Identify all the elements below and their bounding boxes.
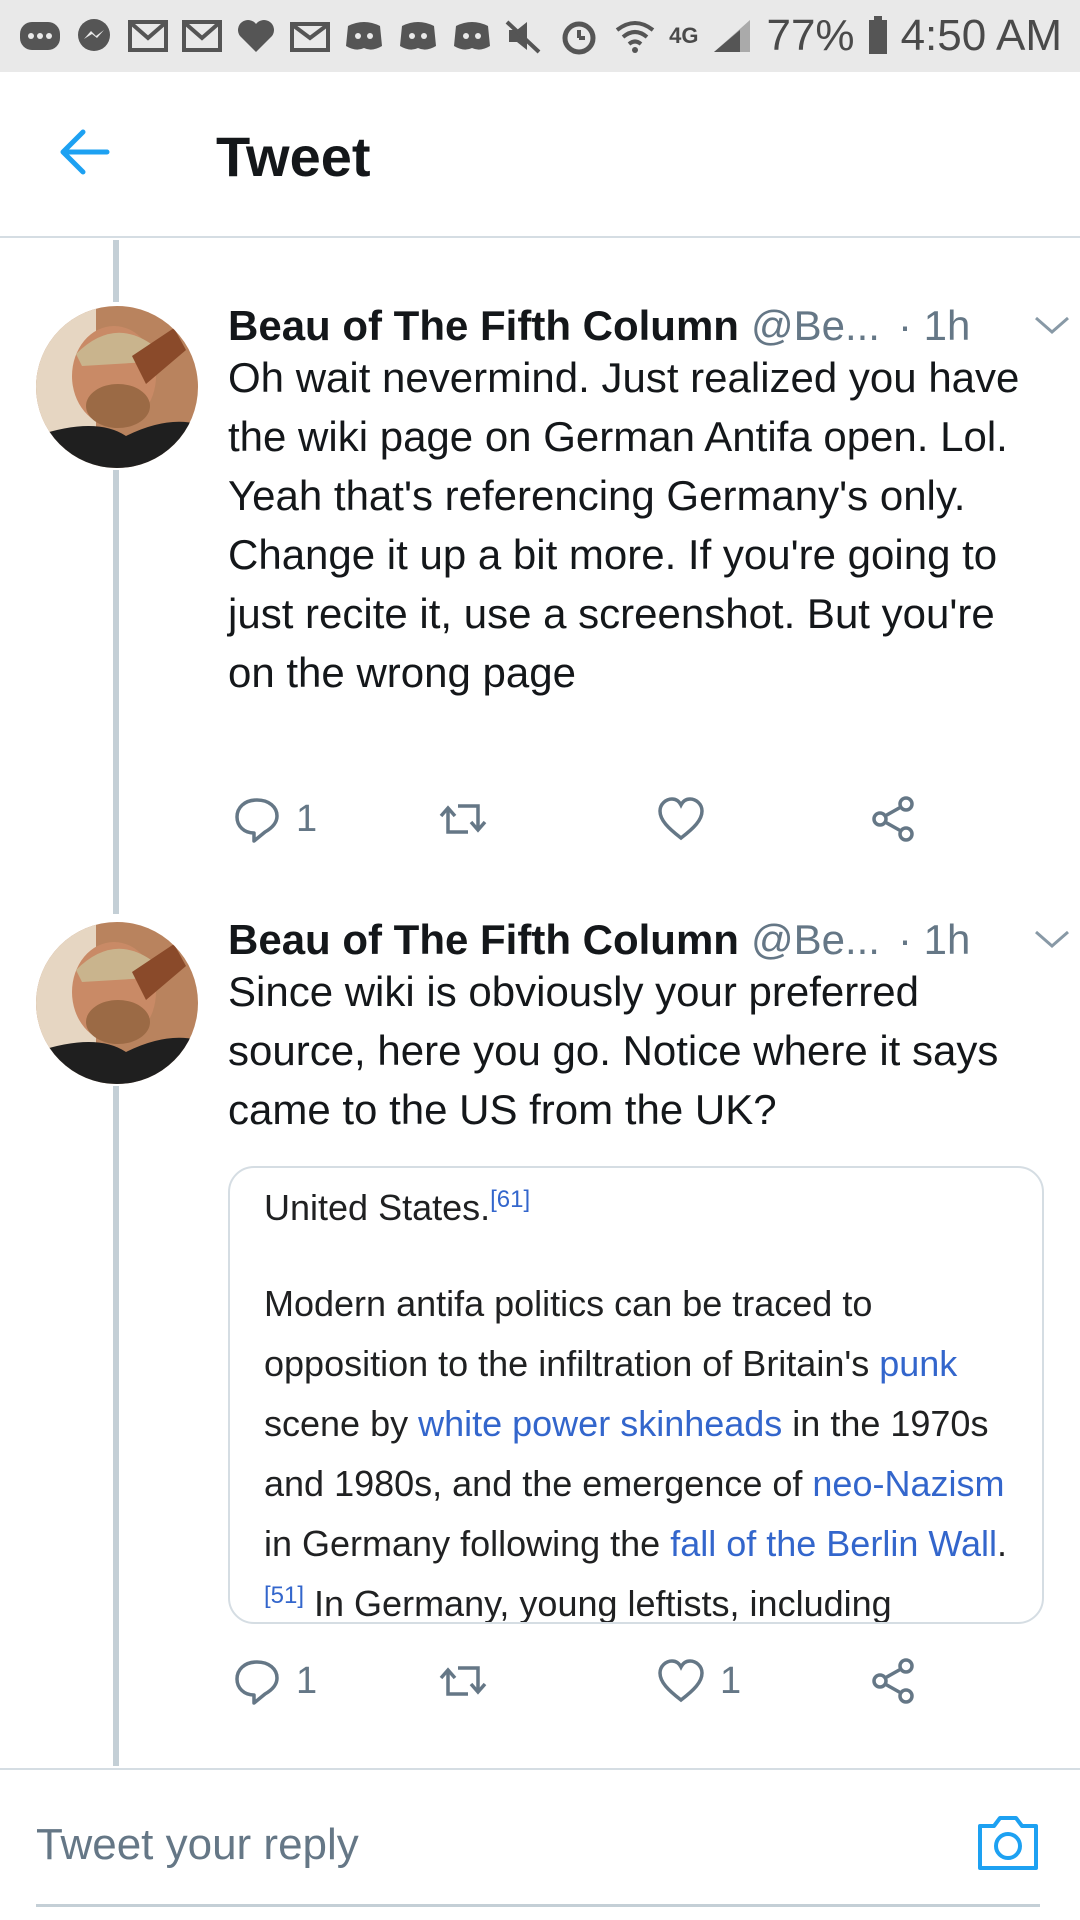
tweet-text: Since wiki is obviously your preferred s… bbox=[228, 968, 999, 1133]
wiki-text: scene by bbox=[264, 1403, 419, 1444]
chevron-down-icon[interactable] bbox=[1032, 924, 1072, 954]
gmail-icon bbox=[182, 20, 222, 52]
wifi-icon bbox=[615, 21, 655, 53]
author-handle[interactable]: @Be... bbox=[751, 302, 880, 350]
gmail-icon bbox=[290, 22, 330, 52]
system-status: 4G 77% 4:50 AM bbox=[501, 11, 1062, 61]
reply-bar: Tweet your reply bbox=[0, 1768, 1080, 1920]
wiki-text: Modern antifa politics can be traced to … bbox=[264, 1283, 880, 1384]
reply-input[interactable]: Tweet your reply bbox=[36, 1820, 359, 1870]
wiki-link: neo-Nazism bbox=[812, 1463, 1005, 1504]
wiki-link: punk bbox=[879, 1343, 958, 1384]
tweet-time: · 1h bbox=[897, 916, 971, 963]
network-type: 4G bbox=[669, 23, 699, 48]
wiki-paragraph: United States.[61] bbox=[264, 1178, 1034, 1238]
tweet-text: Oh wait nevermind. Just realized you hav… bbox=[228, 354, 1020, 696]
reply-count: 1 bbox=[296, 797, 318, 840]
wiki-link: fall of the Berlin Wall bbox=[670, 1523, 997, 1564]
tweet-actions: 1 1 bbox=[228, 1656, 948, 1716]
chevron-down-icon[interactable] bbox=[1032, 310, 1072, 340]
like-button[interactable]: 1 bbox=[656, 1656, 741, 1706]
tweet-image[interactable]: United States.[61] Modern antifa politic… bbox=[228, 1166, 1044, 1624]
tweet-header: Beau of The Fifth Column @Be... · 1h bbox=[228, 910, 1044, 970]
top-bar: Tweet bbox=[0, 72, 1080, 238]
discord-icon bbox=[454, 22, 490, 50]
author-name[interactable]: Beau of The Fifth Column bbox=[228, 916, 739, 964]
retweet-icon bbox=[439, 804, 487, 834]
battery-percent: 77% bbox=[766, 11, 855, 60]
heart-notification-icon bbox=[238, 20, 274, 52]
discord-icon bbox=[346, 22, 382, 50]
avatar[interactable] bbox=[36, 306, 198, 468]
discord-icon bbox=[400, 22, 436, 50]
messenger-icon bbox=[78, 19, 110, 51]
share-button[interactable] bbox=[868, 794, 918, 844]
reply-button[interactable]: 1 bbox=[232, 1656, 317, 1706]
share-icon bbox=[872, 796, 914, 842]
citation: [51] bbox=[264, 1582, 305, 1609]
reply-underline bbox=[36, 1904, 1040, 1907]
wiki-link: white power skinheads bbox=[418, 1403, 783, 1444]
wiki-excerpt: United States.[61] Modern antifa politic… bbox=[264, 1178, 1034, 1624]
clock: 4:50 AM bbox=[900, 11, 1062, 60]
tweet[interactable]: Beau of The Fifth Column @Be... · 1h Sin… bbox=[0, 910, 1080, 1750]
like-count: 1 bbox=[720, 1659, 742, 1702]
share-icon bbox=[872, 1658, 914, 1704]
gmail-icon bbox=[128, 20, 168, 52]
thread-line bbox=[113, 240, 119, 302]
author-name[interactable]: Beau of The Fifth Column bbox=[228, 302, 739, 350]
reply-icon bbox=[235, 1660, 279, 1705]
back-arrow-icon[interactable] bbox=[55, 124, 111, 180]
citation: [61] bbox=[490, 1186, 531, 1213]
tweet[interactable]: Beau of The Fifth Column @Be... · 1h Oh … bbox=[0, 296, 1080, 906]
page-title: Tweet bbox=[216, 125, 371, 188]
wiki-text: in Germany following the bbox=[264, 1523, 671, 1564]
reply-button[interactable]: 1 bbox=[232, 794, 317, 844]
wiki-text: In Germany, young leftists, including bbox=[304, 1583, 892, 1624]
like-icon bbox=[658, 1659, 704, 1703]
reply-count: 1 bbox=[296, 1659, 318, 1702]
more-notifications-icon bbox=[20, 22, 60, 50]
reply-icon bbox=[235, 798, 279, 843]
tweet-header: Beau of The Fifth Column @Be... · 1h bbox=[228, 296, 1044, 356]
wiki-text: . bbox=[997, 1523, 1008, 1564]
wiki-paragraph: Modern antifa politics can be traced to … bbox=[264, 1274, 1034, 1624]
avatar[interactable] bbox=[36, 922, 198, 1084]
battery-icon bbox=[868, 16, 887, 54]
signal-icon bbox=[714, 20, 751, 52]
tweet-actions: 1 bbox=[228, 794, 948, 854]
author-handle[interactable]: @Be... bbox=[751, 916, 880, 964]
retweet-button[interactable] bbox=[438, 794, 502, 844]
wiki-text: United States. bbox=[264, 1187, 491, 1228]
retweet-button[interactable] bbox=[438, 1656, 502, 1706]
like-icon bbox=[658, 797, 704, 841]
alarm-icon bbox=[562, 21, 596, 55]
like-button[interactable] bbox=[656, 794, 720, 844]
mute-icon bbox=[505, 20, 541, 54]
retweet-icon bbox=[439, 1666, 487, 1696]
notification-icons bbox=[18, 16, 494, 56]
share-button[interactable] bbox=[868, 1656, 918, 1706]
status-bar: 4G 77% 4:50 AM bbox=[0, 0, 1080, 72]
camera-icon[interactable] bbox=[974, 1812, 1042, 1874]
tweet-time: · 1h bbox=[897, 302, 971, 349]
